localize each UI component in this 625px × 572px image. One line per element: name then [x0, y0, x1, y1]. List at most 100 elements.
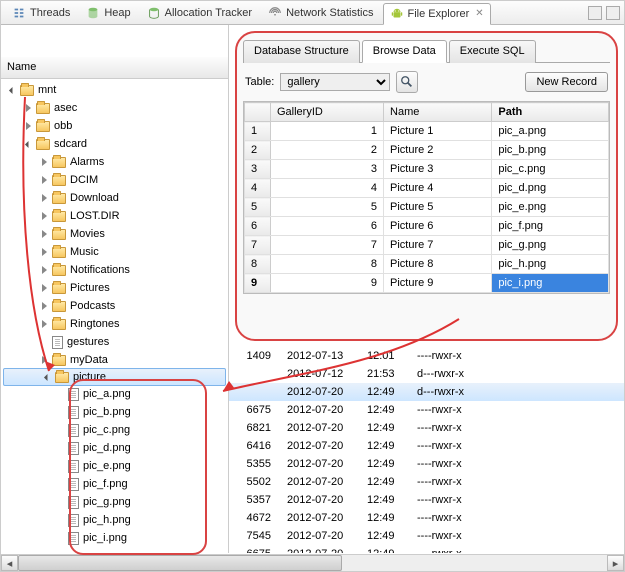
- col-path[interactable]: Path: [492, 103, 609, 122]
- cell-id[interactable]: 2: [271, 141, 384, 160]
- expand-icon[interactable]: [39, 301, 50, 312]
- detail-row[interactable]: 55022012-07-2012:49----rwxr-x: [229, 473, 624, 491]
- expand-icon[interactable]: [39, 229, 50, 240]
- minimize-button[interactable]: [588, 6, 602, 20]
- grid-row[interactable]: 33Picture 3pic_c.png: [245, 160, 609, 179]
- row-header[interactable]: 1: [245, 122, 271, 141]
- tab-threads[interactable]: Threads: [5, 2, 77, 24]
- detail-row[interactable]: 14092012-07-1312:01----rwxr-x: [229, 347, 624, 365]
- tree-item[interactable]: gestures: [1, 333, 228, 351]
- row-header[interactable]: 5: [245, 198, 271, 217]
- cell-id[interactable]: 4: [271, 179, 384, 198]
- expand-icon[interactable]: [39, 157, 50, 168]
- col-gallery-id[interactable]: GalleryID: [271, 103, 384, 122]
- row-header[interactable]: 9: [245, 274, 271, 293]
- detail-row[interactable]: 66752012-07-2012:49----rwxr-x: [229, 545, 624, 553]
- expand-icon[interactable]: [39, 247, 50, 258]
- row-header[interactable]: 4: [245, 179, 271, 198]
- cell-path[interactable]: pic_g.png: [492, 236, 609, 255]
- tab-browse-data[interactable]: Browse Data: [362, 40, 447, 63]
- tree-item[interactable]: Notifications: [1, 261, 228, 279]
- tree-item[interactable]: myData: [1, 351, 228, 369]
- detail-row[interactable]: 68212012-07-2012:49----rwxr-x: [229, 419, 624, 437]
- cell-name[interactable]: Picture 9: [384, 274, 492, 293]
- row-header[interactable]: 8: [245, 255, 271, 274]
- expand-icon[interactable]: [39, 193, 50, 204]
- close-icon[interactable]: ✕: [475, 8, 483, 19]
- tab-heap[interactable]: Heap: [79, 2, 137, 24]
- cell-id[interactable]: 5: [271, 198, 384, 217]
- row-header[interactable]: 6: [245, 217, 271, 236]
- tab-execute-sql[interactable]: Execute SQL: [449, 40, 536, 63]
- row-header[interactable]: 3: [245, 160, 271, 179]
- tree-item[interactable]: pic_e.png: [1, 457, 228, 475]
- search-button[interactable]: [396, 71, 418, 93]
- cell-path[interactable]: pic_f.png: [492, 217, 609, 236]
- expand-icon[interactable]: [39, 355, 50, 366]
- tree-item[interactable]: asec: [1, 99, 228, 117]
- cell-path[interactable]: pic_d.png: [492, 179, 609, 198]
- table-select[interactable]: gallery: [280, 73, 390, 91]
- detail-row[interactable]: 64162012-07-2012:49----rwxr-x: [229, 437, 624, 455]
- detail-row[interactable]: 75452012-07-2012:49----rwxr-x: [229, 527, 624, 545]
- cell-name[interactable]: Picture 3: [384, 160, 492, 179]
- data-grid[interactable]: GalleryID Name Path 11Picture 1pic_a.png…: [243, 101, 610, 294]
- grid-row[interactable]: 66Picture 6pic_f.png: [245, 217, 609, 236]
- tree-item[interactable]: pic_h.png: [1, 511, 228, 529]
- detail-row[interactable]: 2012-07-1221:53d---rwxr-x: [229, 365, 624, 383]
- tree-item[interactable]: pic_f.png: [1, 475, 228, 493]
- detail-row[interactable]: 53552012-07-2012:49----rwxr-x: [229, 455, 624, 473]
- detail-row[interactable]: 46722012-07-2012:49----rwxr-x: [229, 509, 624, 527]
- tree-item[interactable]: picture: [3, 368, 226, 386]
- scroll-thumb[interactable]: [18, 555, 342, 571]
- cell-path[interactable]: pic_i.png: [492, 274, 609, 293]
- cell-id[interactable]: 7: [271, 236, 384, 255]
- tree-item[interactable]: DCIM: [1, 171, 228, 189]
- tree-item[interactable]: Music: [1, 243, 228, 261]
- cell-name[interactable]: Picture 6: [384, 217, 492, 236]
- grid-row[interactable]: 99Picture 9pic_i.png: [245, 274, 609, 293]
- grid-row[interactable]: 22Picture 2pic_b.png: [245, 141, 609, 160]
- scroll-left-button[interactable]: ◂: [1, 555, 18, 571]
- expand-icon[interactable]: [23, 121, 34, 132]
- collapse-icon[interactable]: [23, 139, 34, 150]
- tree-item[interactable]: pic_g.png: [1, 493, 228, 511]
- cell-id[interactable]: 1: [271, 122, 384, 141]
- cell-name[interactable]: Picture 8: [384, 255, 492, 274]
- cell-id[interactable]: 8: [271, 255, 384, 274]
- expand-icon[interactable]: [39, 175, 50, 186]
- cell-id[interactable]: 9: [271, 274, 384, 293]
- tab-network[interactable]: Network Statistics: [261, 2, 380, 24]
- tree-item[interactable]: Ringtones: [1, 315, 228, 333]
- tree-item[interactable]: Alarms: [1, 153, 228, 171]
- grid-row[interactable]: 44Picture 4pic_d.png: [245, 179, 609, 198]
- cell-name[interactable]: Picture 1: [384, 122, 492, 141]
- cell-id[interactable]: 6: [271, 217, 384, 236]
- collapse-icon[interactable]: [7, 85, 18, 96]
- grid-row[interactable]: 77Picture 7pic_g.png: [245, 236, 609, 255]
- file-tree[interactable]: mntasecobbsdcardAlarmsDCIMDownloadLOST.D…: [1, 79, 228, 549]
- expand-icon[interactable]: [39, 265, 50, 276]
- grid-row[interactable]: 55Picture 5pic_e.png: [245, 198, 609, 217]
- tree-column-header[interactable]: Name: [1, 57, 228, 79]
- cell-path[interactable]: pic_h.png: [492, 255, 609, 274]
- expand-icon[interactable]: [39, 283, 50, 294]
- tree-item[interactable]: pic_c.png: [1, 421, 228, 439]
- new-record-button[interactable]: New Record: [525, 72, 608, 92]
- cell-name[interactable]: Picture 2: [384, 141, 492, 160]
- scroll-right-button[interactable]: ▸: [607, 555, 624, 571]
- tree-item[interactable]: pic_i.png: [1, 529, 228, 547]
- tree-item[interactable]: sdcard: [1, 135, 228, 153]
- tree-item[interactable]: LOST.DIR: [1, 207, 228, 225]
- detail-row[interactable]: 53572012-07-2012:49----rwxr-x: [229, 491, 624, 509]
- cell-name[interactable]: Picture 5: [384, 198, 492, 217]
- cell-path[interactable]: pic_e.png: [492, 198, 609, 217]
- tree-item[interactable]: Download: [1, 189, 228, 207]
- cell-path[interactable]: pic_b.png: [492, 141, 609, 160]
- maximize-button[interactable]: [606, 6, 620, 20]
- cell-name[interactable]: Picture 4: [384, 179, 492, 198]
- tab-allocation[interactable]: Allocation Tracker: [140, 2, 259, 24]
- tree-item[interactable]: mnt: [1, 81, 228, 99]
- tree-item[interactable]: pic_d.png: [1, 439, 228, 457]
- cell-id[interactable]: 3: [271, 160, 384, 179]
